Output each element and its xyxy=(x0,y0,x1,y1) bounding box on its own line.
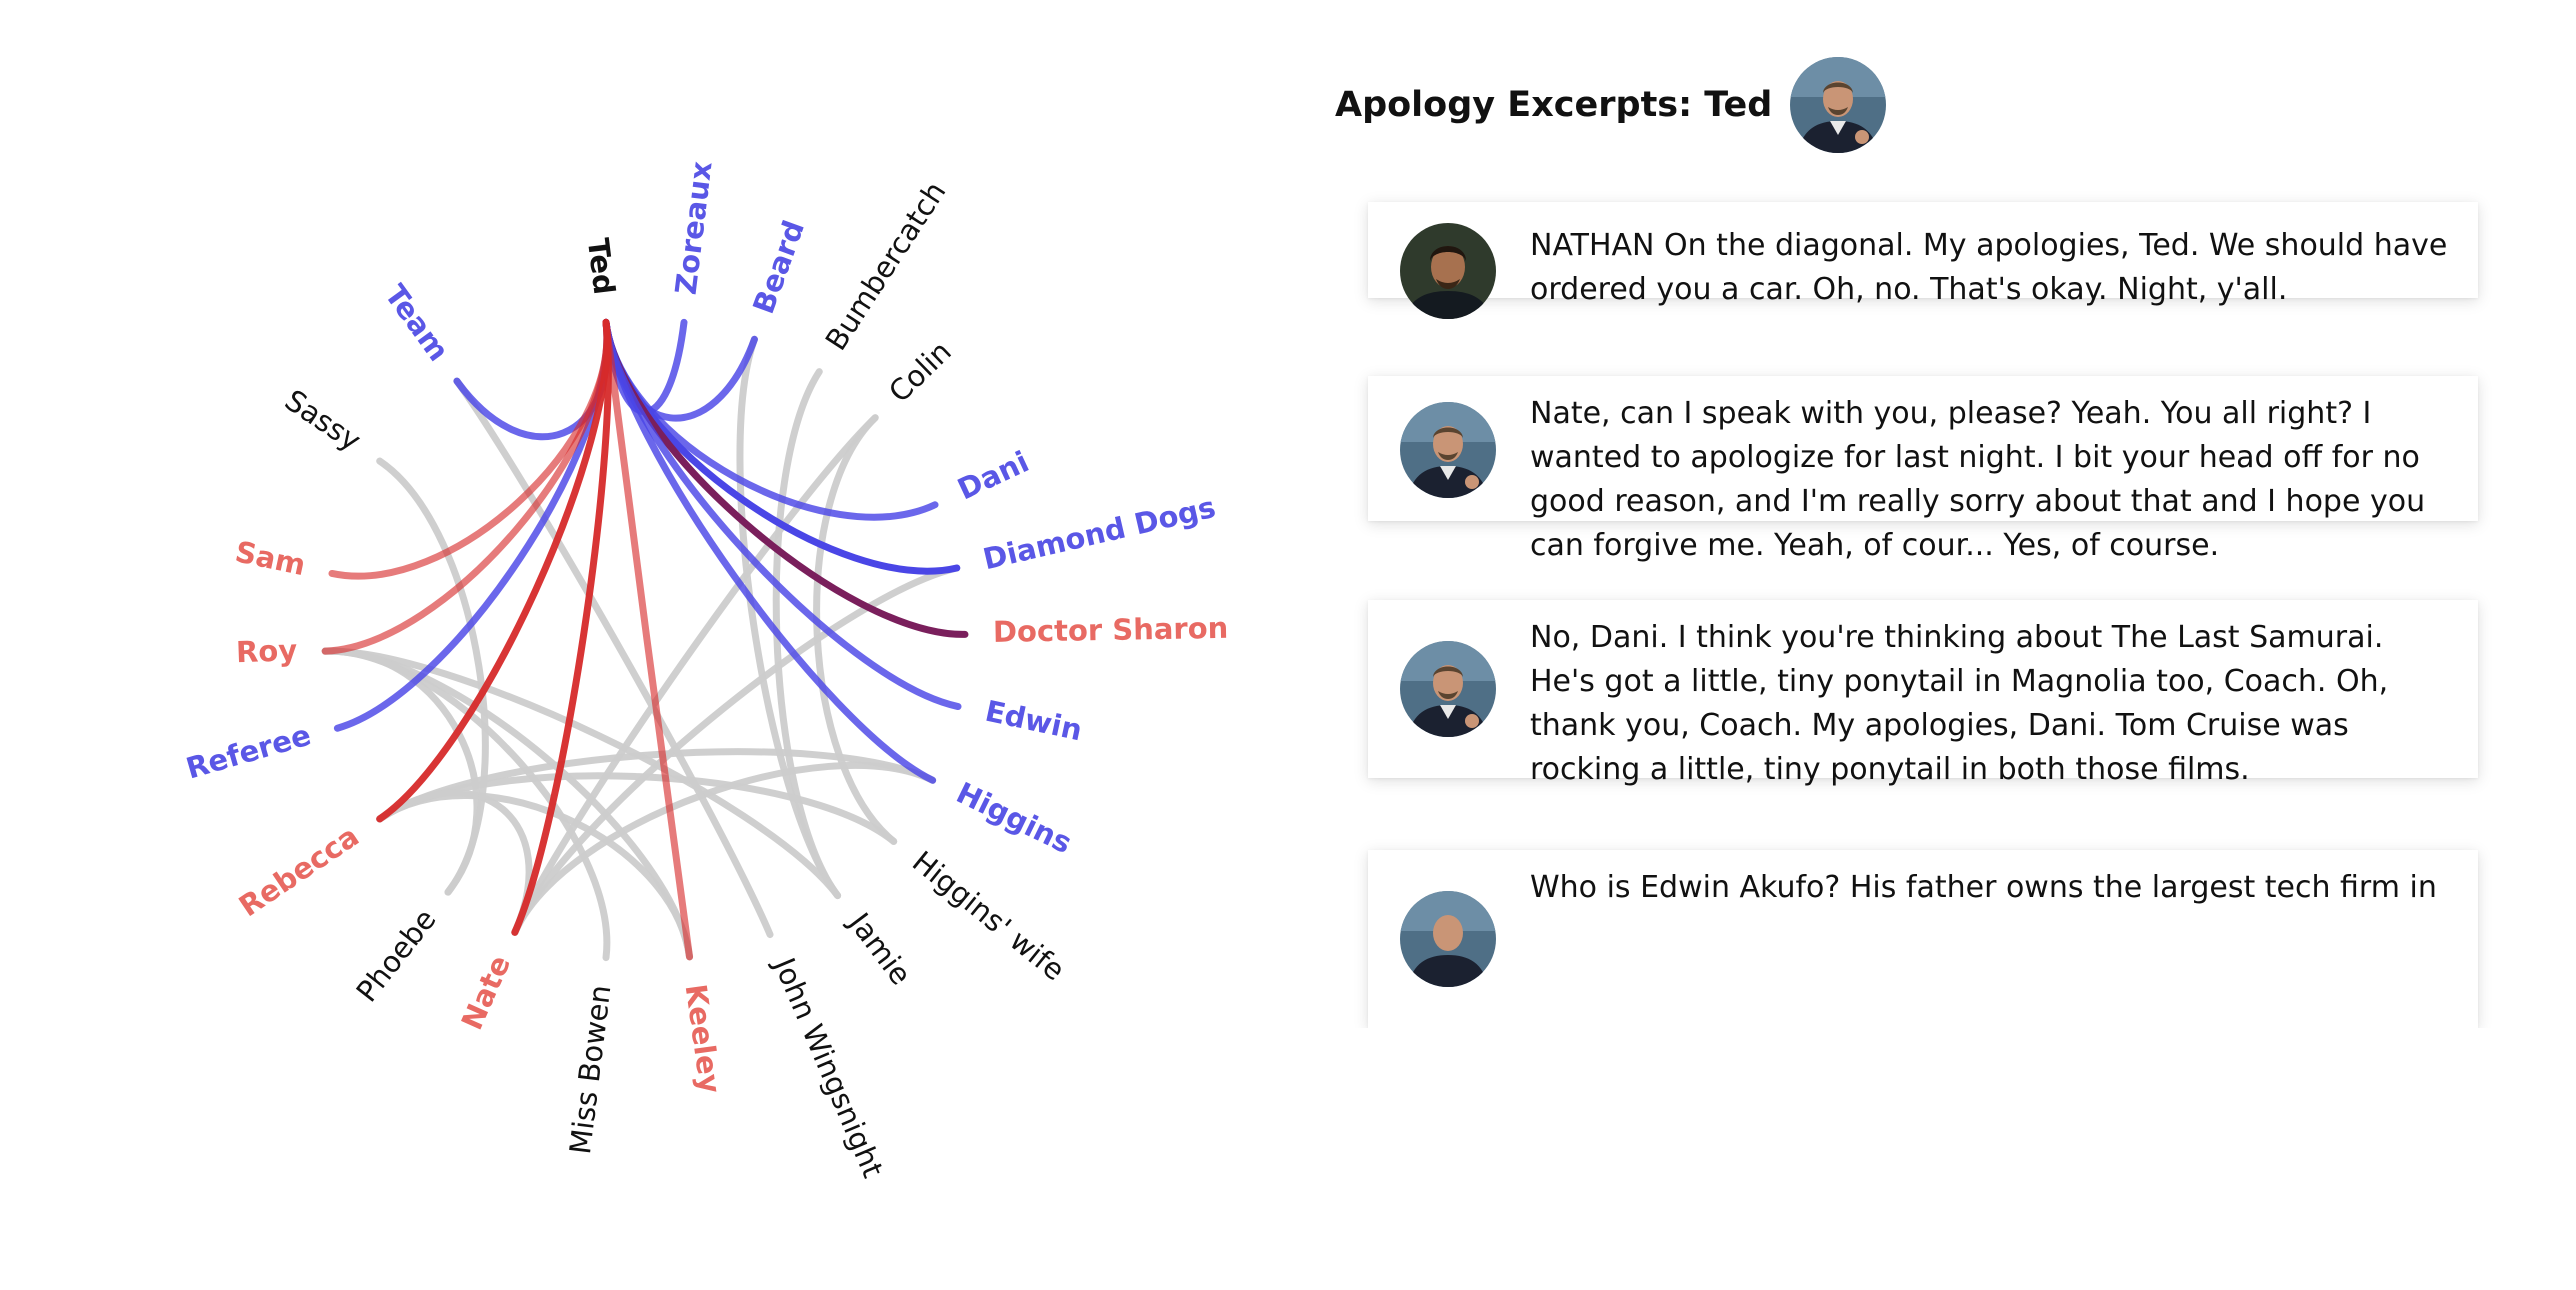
node-label-dani[interactable]: Dani xyxy=(952,444,1034,506)
node-label-zoreaux[interactable]: Zoreaux xyxy=(669,159,719,296)
node-label-roy[interactable]: Roy xyxy=(235,633,297,669)
node-label-nate[interactable]: Nate xyxy=(455,950,518,1035)
node-label-beard[interactable]: Beard xyxy=(746,216,811,318)
ted-avatar xyxy=(1790,57,1887,153)
node-label-jamie[interactable]: Jamie xyxy=(841,905,918,991)
node-label-ted[interactable]: Ted xyxy=(581,236,622,296)
node-label-miss-bowen[interactable]: Miss Bowen xyxy=(563,983,617,1156)
node-label-referee[interactable]: Referee xyxy=(182,718,314,786)
excerpt-text: Nate, can I speak with you, please? Yeah… xyxy=(1530,396,2426,563)
panel-header: Apology Excerpts: Ted xyxy=(1335,55,1887,155)
node-label-keeley[interactable]: Keeley xyxy=(679,982,728,1096)
excerpt-card: No, Dani. I think you're thinking about … xyxy=(1368,600,2478,787)
labels-layer: Ted Zoreaux Beard BumbercatchColin DaniDiamo… xyxy=(182,159,1228,1182)
node-label-team[interactable]: Team xyxy=(378,278,456,367)
node-label-diamond-dogs[interactable]: Diamond Dogs xyxy=(980,490,1219,576)
chord-diagram: Ted Zoreaux Beard Bumbercatch Colin Dani Diamo… xyxy=(0,0,1290,1290)
node-label-sassy[interactable]: Sassy xyxy=(279,383,367,458)
excerpt-text: Who is Edwin Akufo? His father owns the … xyxy=(1530,870,2437,905)
node-label-doctor-sharon[interactable]: Doctor Sharon xyxy=(993,611,1229,649)
excerpt-card: Who is Edwin Akufo? His father owns the … xyxy=(1368,850,2478,1028)
node-label-higgins[interactable]: Higgins xyxy=(951,775,1077,860)
nathan-avatar xyxy=(1400,223,1496,319)
link-sassy-phoebe[interactable] xyxy=(376,457,489,896)
node-label-phoebe[interactable]: Phoebe xyxy=(349,903,442,1009)
node-label-rebecca[interactable]: Rebecca xyxy=(233,819,365,923)
link-beard-jamie[interactable] xyxy=(736,335,842,900)
ted-avatar xyxy=(1400,891,1496,987)
node-label-sam[interactable]: Sam xyxy=(232,534,308,582)
node-label-john-wingsnight[interactable]: John Wingsnight xyxy=(766,951,890,1182)
excerpt-list[interactable]: NATHAN On the diagonal. My apologies, Te… xyxy=(1335,190,2515,1028)
link-ted-sam[interactable] xyxy=(328,318,611,580)
ted-avatar xyxy=(1400,402,1496,498)
excerpt-text: NATHAN On the diagonal. My apologies, Te… xyxy=(1530,228,2448,307)
excerpt-card: Nate, can I speak with you, please? Yeah… xyxy=(1368,376,2478,563)
node-label-bumbercatch[interactable]: Bumbercatch xyxy=(819,176,953,357)
panel-title: Apology Excerpts: Ted xyxy=(1335,85,1773,125)
node-label-higgins-wife[interactable]: Higgins' wife xyxy=(906,844,1071,987)
ted-avatar xyxy=(1400,641,1496,737)
excerpt-card: NATHAN On the diagonal. My apologies, Te… xyxy=(1368,202,2478,319)
link-rebecca-nate[interactable] xyxy=(376,789,533,936)
node-label-edwin[interactable]: Edwin xyxy=(982,694,1085,748)
excerpt-text: No, Dani. I think you're thinking about … xyxy=(1530,620,2389,787)
chord-svg: Ted Zoreaux Beard BumbercatchColin DaniDiamo… xyxy=(182,159,1228,1182)
links-layer xyxy=(321,318,969,962)
node-label-colin[interactable]: Colin xyxy=(882,334,958,409)
apology-panel: Apology Excerpts: Ted NATHAN On the diag… xyxy=(1335,0,2576,1290)
